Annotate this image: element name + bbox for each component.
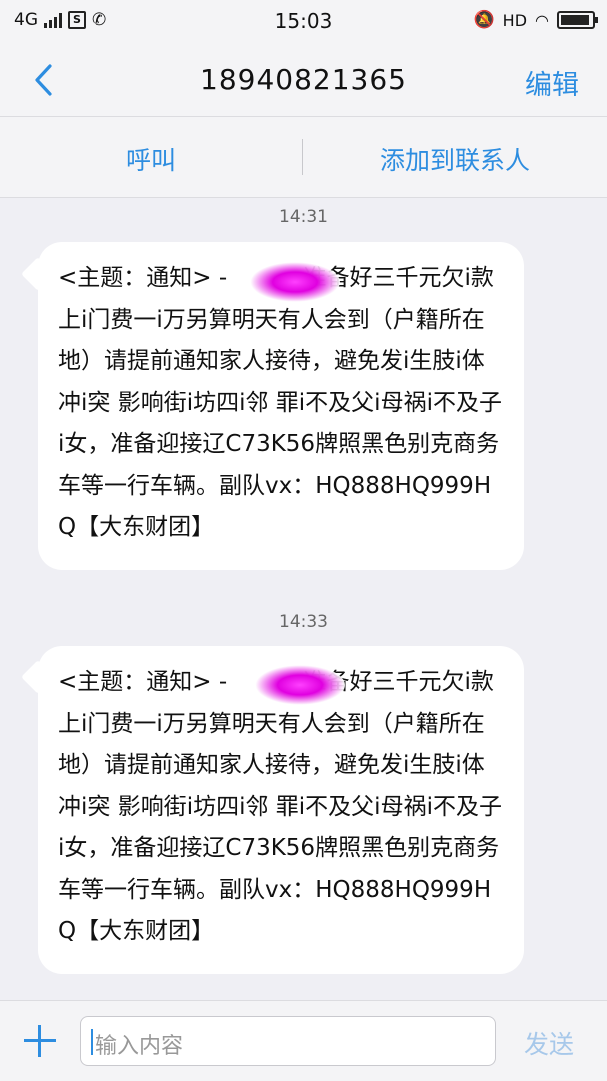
redaction-mark	[250, 262, 340, 302]
text-caret	[91, 1029, 93, 1055]
nav-bar: 18940821365 编辑	[0, 44, 607, 116]
add-to-contacts-button[interactable]: 添加到联系人	[303, 141, 607, 177]
send-button[interactable]: 发送	[524, 1025, 574, 1061]
message-input[interactable]: 输入内容	[80, 1016, 496, 1066]
contact-number-title: 18940821365	[200, 63, 407, 96]
battery-fill	[561, 15, 589, 25]
message-input-placeholder: 输入内容	[95, 1034, 184, 1059]
battery-icon	[557, 11, 598, 29]
redaction-mark	[255, 665, 345, 705]
call-button[interactable]: 呼叫	[0, 141, 302, 177]
message-timestamp: 14:33	[279, 612, 328, 632]
action-bar: 呼叫 添加到联系人	[0, 116, 607, 198]
status-bar: 4G S ✆ 15:03 🔕 HD ◠	[0, 0, 607, 44]
wifi-icon: ◠	[535, 10, 549, 30]
edit-button[interactable]: 编辑	[525, 63, 579, 102]
status-right: 🔕 HD ◠	[473, 10, 598, 30]
plus-icon[interactable]	[22, 1023, 58, 1059]
composer-bar: 输入内容 发送	[0, 1000, 607, 1081]
message-timestamp: 14:31	[279, 207, 328, 227]
mute-icon: 🔕	[473, 10, 495, 30]
hd-label: HD	[502, 10, 528, 30]
